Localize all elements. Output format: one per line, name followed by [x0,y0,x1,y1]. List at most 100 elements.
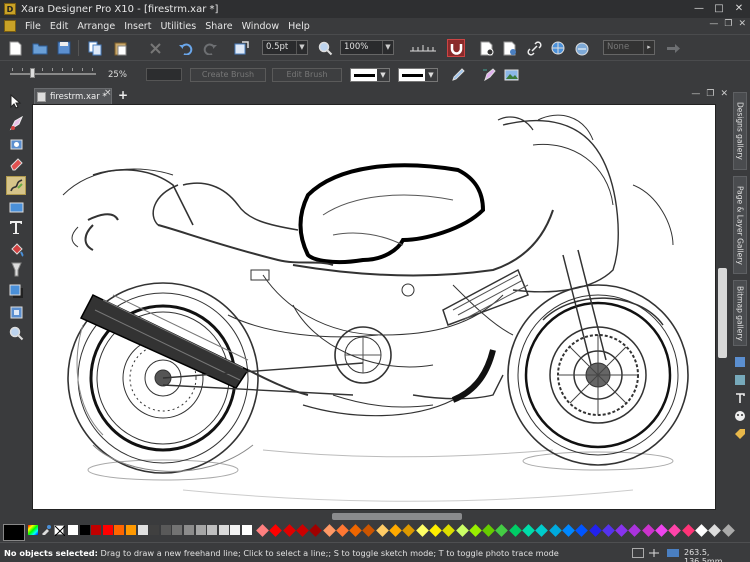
palette-swatch[interactable] [114,525,125,535]
palette-swatch[interactable] [218,525,229,535]
palette-color-diamond[interactable] [362,524,376,537]
font-gallery-icon[interactable] [734,392,746,404]
palette-color-diamond[interactable] [482,524,495,537]
minimize-button[interactable]: — [690,1,708,15]
vertical-scroll-thumb[interactable] [718,268,727,358]
zoom-combo[interactable]: 100% ▼ [340,40,394,55]
photo-trace-icon[interactable] [502,65,520,83]
selector-tool-icon[interactable] [6,92,26,111]
web-preview-icon[interactable] [549,39,567,57]
palette-color-diamond[interactable] [415,524,429,537]
line-start-style-combo[interactable]: ▼ [350,68,390,82]
snap-magnet-icon[interactable] [447,39,465,57]
palette-color-diamond[interactable] [402,524,416,537]
palette-swatch[interactable] [149,525,160,535]
palette-color-diamond[interactable] [628,524,642,537]
palette-color-diamond[interactable] [349,524,362,537]
palette-color-diamond[interactable] [375,524,389,537]
rectangle-tool-icon[interactable] [6,198,26,217]
palette-color-diamond[interactable] [601,524,615,537]
name-gallery-icon[interactable] [734,428,746,440]
undo-icon[interactable] [176,39,194,57]
palette-color-diamond[interactable] [535,524,549,537]
palette-color-diamond[interactable] [322,524,336,537]
menu-window[interactable]: Window [242,21,279,32]
palette-color-diamond[interactable] [389,524,402,537]
transparency-tool-icon[interactable] [6,260,26,279]
mould-tool-icon[interactable] [6,303,26,322]
transform-tool-icon[interactable] [6,134,26,153]
palette-swatch[interactable] [91,525,102,535]
palette-color-diamond[interactable] [615,524,628,537]
smoothing-slider[interactable] [10,73,96,75]
color-picker-icon[interactable] [28,525,38,535]
doc-restore-button[interactable]: ❐ [724,19,732,29]
palette-color-diamond[interactable] [335,524,349,537]
tab-close-icon[interactable]: × [104,88,112,98]
trace-pen-icon[interactable] [480,65,498,83]
horizontal-scroll-thumb[interactable] [332,513,462,520]
save-icon[interactable] [55,39,73,57]
palette-swatch[interactable] [79,525,90,535]
palette-swatch[interactable] [195,525,206,535]
document-tab[interactable]: firestrm.xar * [34,88,112,104]
redo-icon[interactable] [201,39,219,57]
copy-icon[interactable] [86,39,104,57]
maximize-button[interactable]: □ [710,1,728,15]
palette-color-diamond[interactable] [309,524,323,537]
palette-color-diamond[interactable] [695,524,708,537]
palette-color-diamond[interactable] [588,524,602,537]
line-end-style-combo[interactable]: ▼ [398,68,438,82]
menu-file[interactable]: File [25,21,41,32]
fill-tool-icon[interactable] [6,240,26,259]
menu-insert[interactable]: Insert [124,21,151,32]
paste-icon[interactable] [111,39,129,57]
text-tool-icon[interactable] [6,218,26,237]
zoom-to-page-icon[interactable] [232,39,250,57]
delete-icon[interactable] [146,39,164,57]
palette-color-diamond[interactable] [282,524,296,537]
publish-web-icon[interactable] [573,39,591,57]
palette-color-diamond[interactable] [668,524,682,537]
palette-color-diamond[interactable] [641,524,655,537]
palette-color-diamond[interactable] [575,524,589,537]
palette-color-diamond[interactable] [522,524,535,537]
new-document-icon[interactable] [6,39,24,57]
node-edit-tool-icon[interactable] [6,114,26,133]
eraser-tool-icon[interactable] [6,154,26,173]
tab-close-button[interactable]: ✕ [720,89,728,99]
palette-color-diamond[interactable] [508,524,522,537]
palette-color-diamond[interactable] [256,524,269,537]
palette-color-diamond[interactable] [708,524,722,537]
palette-swatch[interactable] [172,525,183,535]
palette-swatch[interactable] [207,525,218,535]
link-icon[interactable] [525,39,543,57]
menu-edit[interactable]: Edit [50,21,68,32]
freehand-tool-icon[interactable] [6,176,26,195]
close-window-button[interactable]: ✕ [730,1,748,15]
palette-swatch[interactable] [184,525,194,535]
doc-minimize-button[interactable]: — [709,19,718,29]
shadow-tool-icon[interactable] [6,282,26,301]
palette-color-diamond[interactable] [721,524,735,537]
forward-arrow-icon[interactable] [664,39,682,57]
palette-color-diamond[interactable] [681,524,695,537]
palette-swatch[interactable] [126,525,136,535]
bitmap-gallery-tab[interactable]: Bitmap gallery [733,280,747,346]
palette-swatch[interactable] [68,525,78,535]
zoom-tool-icon[interactable] [316,39,334,57]
document-menu-icon[interactable] [4,20,16,32]
palette-swatch[interactable] [160,525,171,535]
palette-swatch[interactable] [137,525,148,535]
snap-status-icon[interactable] [648,548,660,558]
tab-restore-button[interactable]: ❐ [706,89,714,99]
zoom-tool-icon[interactable] [6,324,26,343]
eyedropper-icon[interactable] [41,525,51,536]
print-area-icon[interactable] [632,548,644,558]
line-width-combo[interactable]: 0.5pt ▼ [262,40,308,55]
vertical-scrollbar[interactable] [716,104,730,510]
line-gallery-icon[interactable] [734,356,746,368]
page-layer-gallery-tab[interactable]: Page & Layer Gallery [733,176,747,274]
palette-color-diamond[interactable] [548,524,562,537]
pressure-pen-icon[interactable] [449,65,467,83]
